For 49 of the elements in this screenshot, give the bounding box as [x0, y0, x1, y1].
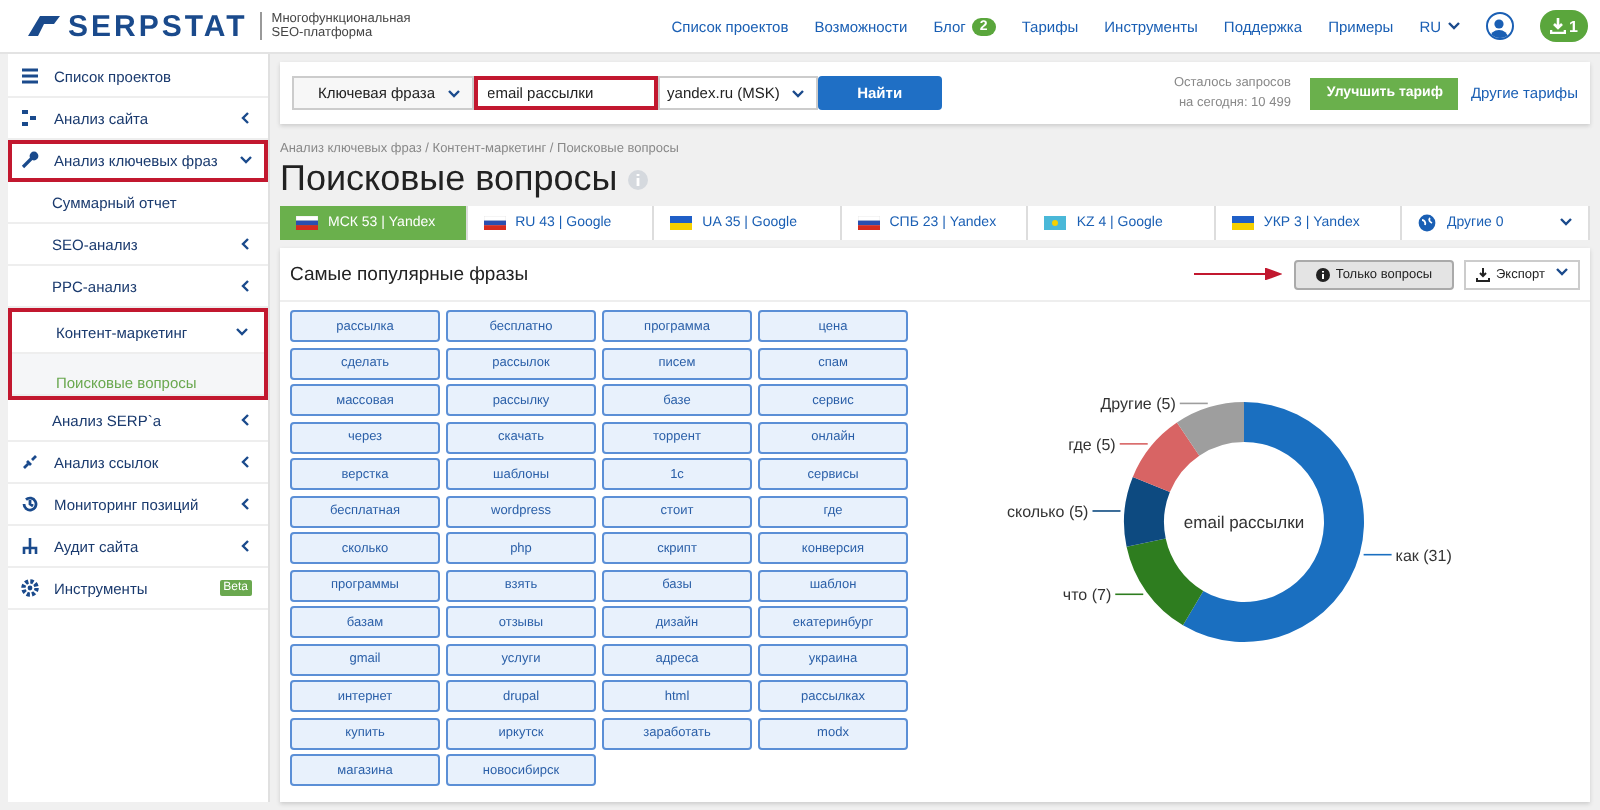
logo-icon	[28, 16, 60, 36]
leader-line	[1114, 593, 1145, 596]
chevron-icon	[1560, 215, 1573, 227]
key-icon	[20, 150, 40, 170]
sitemap-icon	[20, 536, 40, 556]
leader-line	[1179, 402, 1209, 405]
chevron-icon	[240, 280, 252, 292]
chart-title: email рассылки	[1183, 512, 1305, 532]
chevron-icon	[1447, 20, 1460, 32]
chevron-icon	[236, 326, 248, 338]
download-icon	[1549, 18, 1566, 34]
chevron-icon	[447, 87, 460, 99]
link-icon	[20, 452, 40, 472]
flag-icon	[1231, 216, 1254, 230]
settings-icon	[20, 578, 40, 598]
chevron-icon	[240, 540, 252, 552]
chevron-icon	[240, 414, 252, 426]
slice-label: где (5)	[1068, 435, 1116, 454]
download-button[interactable]: 1	[1539, 10, 1588, 42]
chevron-icon	[240, 154, 252, 166]
download-icon	[1476, 267, 1490, 281]
slice-label: сколько (5)	[1007, 503, 1089, 521]
chevron-icon	[240, 238, 252, 250]
chevron-icon	[240, 112, 252, 124]
globe-icon	[1418, 214, 1437, 232]
leader-line	[1362, 553, 1393, 556]
slice-label: как (31)	[1395, 546, 1452, 565]
logo-text: SERPSTAT	[68, 9, 248, 43]
info-icon	[627, 169, 648, 189]
flag-icon	[296, 216, 318, 230]
flag-icon	[670, 216, 693, 230]
info-icon	[1315, 267, 1330, 281]
slice-label: что (7)	[1062, 586, 1112, 605]
chart-icon	[20, 108, 40, 128]
leader-line	[1091, 510, 1122, 512]
flag-icon	[857, 216, 880, 230]
user-avatar-icon[interactable]	[1485, 12, 1514, 40]
chevron-icon	[240, 456, 252, 468]
chevron-icon	[1556, 266, 1568, 278]
flag-icon	[1044, 216, 1067, 230]
chevron-icon	[791, 87, 804, 99]
page-title: Поисковые вопросы	[280, 158, 618, 200]
panel-title: Самые популярные фразы	[290, 263, 529, 285]
history-icon	[20, 494, 40, 514]
leader-line	[1118, 443, 1149, 445]
slice-label: Другие (5)	[1100, 395, 1176, 414]
flag-icon	[483, 216, 506, 230]
menu-icon	[20, 66, 40, 86]
chevron-icon	[240, 498, 252, 510]
